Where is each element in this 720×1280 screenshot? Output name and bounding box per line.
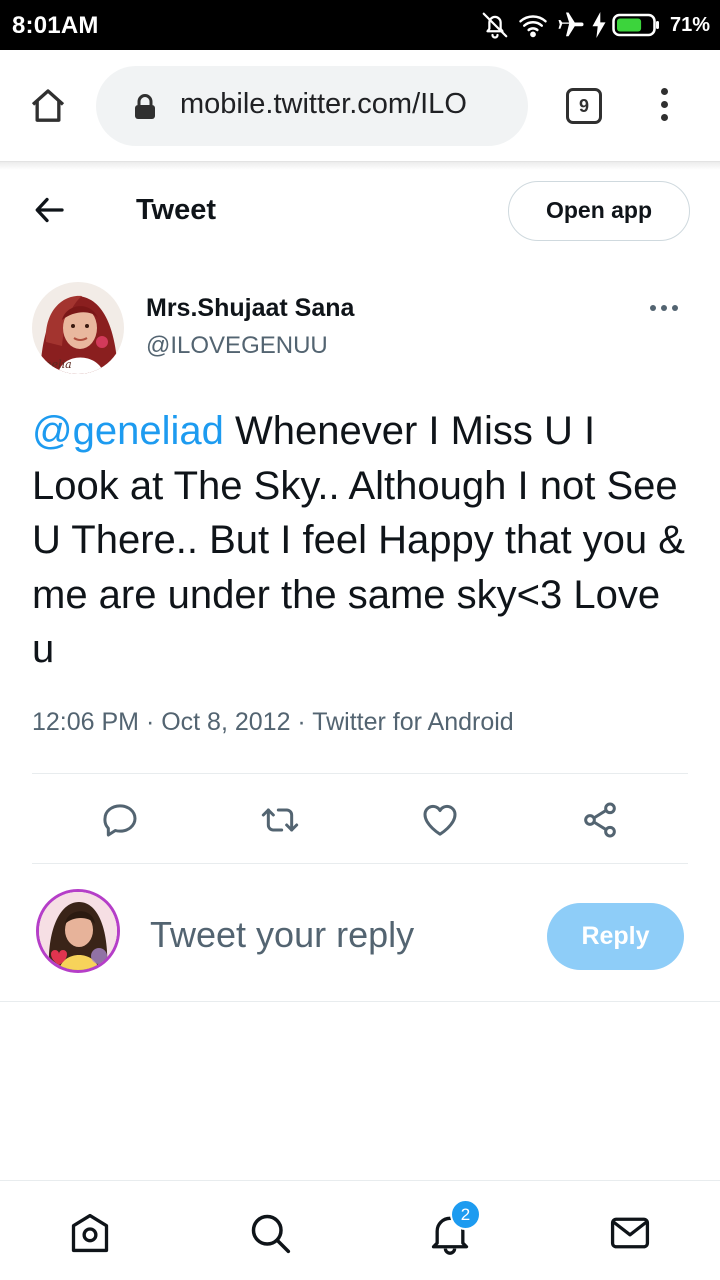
home-icon[interactable] <box>28 86 68 126</box>
back-arrow-icon[interactable] <box>32 192 68 228</box>
battery-percent: 71% <box>669 13 710 36</box>
notification-badge: 2 <box>450 1199 481 1230</box>
bottom-navigation: 2 <box>0 1180 720 1280</box>
reply-input[interactable]: Tweet your reply <box>150 914 414 956</box>
user-avatar[interactable] <box>36 889 120 973</box>
battery-icon <box>612 13 659 37</box>
author-name[interactable]: Mrs.Shujaat Sana <box>146 294 354 323</box>
reply-icon[interactable] <box>100 800 140 840</box>
page-title: Tweet <box>136 194 217 226</box>
charging-icon <box>592 12 606 38</box>
author-avatar[interactable]: enelia <box>32 282 124 374</box>
mention-link[interactable]: @geneliad <box>32 409 224 453</box>
tweet-timestamp[interactable]: 12:06 PM · Oct 8, 2012 · Twitter for And… <box>32 708 514 737</box>
tab-switcher-button[interactable]: 9 <box>566 88 602 124</box>
tweet-text: @geneliad Whenever I Miss U I Look at Th… <box>32 404 692 677</box>
author-handle[interactable]: @ILOVEGENUU <box>146 332 328 360</box>
search-icon[interactable] <box>248 1211 292 1255</box>
status-bar: 8:01AM 71% <box>0 0 720 50</box>
retweet-icon[interactable] <box>260 800 300 840</box>
notifications-off-icon <box>482 12 508 39</box>
more-options-icon[interactable] <box>650 300 690 316</box>
address-bar[interactable]: mobile.twitter.com/ILO <box>96 66 528 146</box>
home-icon[interactable] <box>68 1211 112 1255</box>
toolbar-shadow <box>0 162 720 170</box>
wifi-icon <box>519 15 547 38</box>
reply-button[interactable]: Reply <box>547 903 684 970</box>
open-app-button[interactable]: Open app <box>508 181 690 241</box>
status-icons: 71% <box>480 8 710 42</box>
airplane-icon <box>558 12 584 37</box>
divider <box>32 773 688 774</box>
lock-icon <box>135 94 155 119</box>
share-icon[interactable] <box>580 800 620 840</box>
divider <box>0 1001 720 1002</box>
browser-toolbar: mobile.twitter.com/ILO 9 <box>0 50 720 162</box>
avatar-caption: enelia <box>38 358 72 371</box>
messages-icon[interactable] <box>608 1211 652 1255</box>
menu-icon[interactable] <box>654 88 674 128</box>
like-icon[interactable] <box>420 800 460 840</box>
status-time: 8:01AM <box>12 12 99 39</box>
url-text[interactable]: mobile.twitter.com/ILO <box>180 88 510 121</box>
divider <box>32 863 688 864</box>
